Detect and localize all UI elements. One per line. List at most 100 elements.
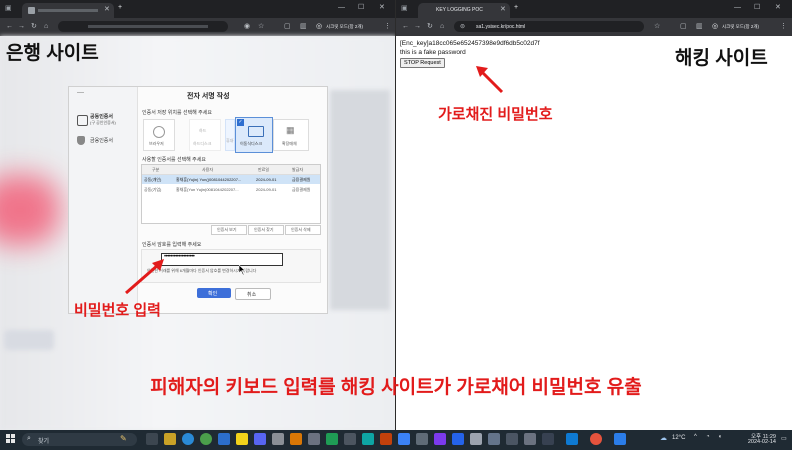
hide-eye-icon[interactable]: ◉ <box>244 23 250 31</box>
certificate-dialog: — 공동인증서 (구 공인인증서) 금융인증서 전자 서명 작성 인증서 저장 … <box>68 86 328 314</box>
store-icon[interactable] <box>218 433 230 445</box>
file-explorer-icon[interactable] <box>164 433 176 445</box>
new-tab-icon[interactable]: + <box>514 4 518 12</box>
home-icon[interactable]: ⌂ <box>44 23 48 31</box>
clock-date[interactable]: 2024-02-14 <box>740 439 776 445</box>
find-cert-button[interactable]: 인증서 찾기 <box>248 225 284 235</box>
button-label: 확인 <box>208 291 218 297</box>
taskbar-search[interactable]: ⌕ 찾기 ✎ <box>22 433 137 446</box>
edge-icon[interactable] <box>182 433 194 445</box>
chrome-icon[interactable] <box>200 433 212 445</box>
side-item-finance-cert[interactable]: 금융인증서 <box>75 135 135 147</box>
cell-expiry: 2024-09-01 <box>256 187 277 192</box>
weather-icon[interactable]: ☁ <box>660 434 667 442</box>
tab-close-icon[interactable]: ✕ <box>500 6 506 14</box>
app-icon-8[interactable] <box>398 433 410 445</box>
task-view-icon[interactable] <box>146 433 158 445</box>
table-row[interactable]: 공동(기업) 홍채훈(Yun Yujin)0081044202207... 20… <box>142 185 320 194</box>
new-tab-icon[interactable]: + <box>118 4 122 12</box>
app-icon-12[interactable] <box>470 433 482 445</box>
address-bar[interactable] <box>58 21 228 32</box>
extensions-icon[interactable]: ▢ <box>284 23 291 31</box>
home-icon[interactable]: ⌂ <box>440 23 444 31</box>
grid-icon: ▦ <box>286 125 295 135</box>
app-icon-13[interactable] <box>488 433 500 445</box>
side-item-sub: (구 공인인증서) <box>90 120 116 125</box>
column-header: 사용자 <box>202 167 214 172</box>
minimize-icon[interactable]: — <box>338 4 345 12</box>
app-icon-10[interactable] <box>434 433 446 445</box>
site-info-icon[interactable]: ⊜ <box>460 23 465 31</box>
menu-icon[interactable]: ⋮ <box>780 23 787 31</box>
app-icon-14[interactable] <box>506 433 518 445</box>
vscode-icon[interactable] <box>566 433 578 445</box>
app-icon-7[interactable] <box>380 433 392 445</box>
discord-icon[interactable] <box>254 433 266 445</box>
app-icon-16[interactable] <box>590 433 602 445</box>
incognito-icon: ◎ <box>712 23 719 30</box>
close-window-icon[interactable]: ✕ <box>379 4 385 12</box>
network-icon[interactable]: ◔ <box>706 434 710 440</box>
confirm-button[interactable]: 확인 <box>197 288 231 298</box>
windows-start-icon[interactable] <box>6 434 16 444</box>
app-icon-1[interactable] <box>272 433 284 445</box>
app-icon-2[interactable] <box>290 433 302 445</box>
app-icon-6[interactable] <box>362 433 374 445</box>
app-icon-9[interactable] <box>416 433 428 445</box>
app-icon-3[interactable] <box>308 433 320 445</box>
tab-actions-icon[interactable]: ▣ <box>5 5 12 13</box>
side-item-joint-cert[interactable]: 공동인증서 (구 공인인증서) <box>75 113 135 127</box>
table-row[interactable]: 공동(개인) 홍채훈(Yujin) Yun()0081044202207... … <box>142 175 320 184</box>
reload-icon[interactable]: ↻ <box>427 23 433 31</box>
view-cert-button[interactable]: 인증서 보기 <box>211 225 247 235</box>
stop-request-button[interactable]: STOP Request <box>400 58 445 68</box>
forward-icon[interactable]: → <box>18 23 25 31</box>
app-icon-15[interactable] <box>542 433 554 445</box>
location-option-hdd[interactable]: 하드 하드디스크 <box>189 119 221 151</box>
volume-icon[interactable]: ◖ <box>718 434 722 440</box>
tab-actions-icon[interactable]: ▣ <box>401 5 408 13</box>
tray-chevron-icon[interactable]: ^ <box>694 434 697 440</box>
maximize-icon[interactable]: ☐ <box>754 4 760 12</box>
incognito-indicator[interactable]: ◎ 시크릿 모드(창 2개) <box>712 21 772 32</box>
location-option-extension[interactable]: ▦ 확장매체 <box>273 119 309 151</box>
back-icon[interactable]: ← <box>402 23 409 31</box>
kakaotalk-icon[interactable] <box>236 433 248 445</box>
app-icon-11[interactable] <box>452 433 464 445</box>
delete-cert-button[interactable]: 인증서 삭제 <box>285 225 321 235</box>
app-icon-5[interactable] <box>344 433 356 445</box>
hacking-browser-window: ▣ KEY LOGGING POC ✕ + — ☐ ✕ ← → ↻ ⌂ ⊜ sa… <box>396 0 792 430</box>
location-label: 확장매체 <box>282 141 297 146</box>
settings-icon[interactable] <box>524 433 536 445</box>
bookmark-star-icon[interactable]: ☆ <box>654 23 660 31</box>
favicon-icon <box>28 7 35 14</box>
bookmark-star-icon[interactable]: ☆ <box>258 23 264 31</box>
location-option-phone[interactable]: 휴대전화 <box>225 119 235 151</box>
location-option-removable[interactable]: ✓ 이동식디스크 <box>235 117 273 153</box>
close-window-icon[interactable]: ✕ <box>775 4 781 12</box>
app-icon-4[interactable] <box>326 433 338 445</box>
bank-site-label: 은행 사이트 <box>6 43 99 64</box>
app-icon-17[interactable] <box>614 433 626 445</box>
tab-close-icon[interactable]: ✕ <box>104 6 110 14</box>
menu-icon[interactable]: ⋮ <box>384 23 391 31</box>
location-option-browser[interactable]: 브라우저 <box>143 119 175 151</box>
split-view-icon[interactable]: ▥ <box>300 23 307 31</box>
search-highlight-icon: ✎ <box>120 434 127 443</box>
poc-tab[interactable]: KEY LOGGING POC ✕ <box>418 3 510 18</box>
cancel-button[interactable]: 취소 <box>235 288 271 300</box>
back-icon[interactable]: ← <box>6 23 13 31</box>
password-input[interactable]: ••••••••••••••••••• <box>161 253 283 266</box>
incognito-indicator[interactable]: ◎ 시크릿 모드(창 2개) <box>316 21 376 32</box>
dialog-minimize-icon[interactable]: — <box>77 89 84 97</box>
button-label: 취소 <box>247 292 257 298</box>
minimize-icon[interactable]: — <box>734 4 741 12</box>
extensions-icon[interactable]: ▢ <box>680 23 687 31</box>
reload-icon[interactable]: ↻ <box>31 23 37 31</box>
split-view-icon[interactable]: ▥ <box>696 23 703 31</box>
maximize-icon[interactable]: ☐ <box>358 4 364 12</box>
address-bar[interactable]: ⊜ sa1.ysisec.kr/poc.html <box>454 21 644 32</box>
notification-icon[interactable]: ▭ <box>781 435 787 442</box>
forward-icon[interactable]: → <box>414 23 421 31</box>
bank-tab[interactable]: ✕ <box>22 3 114 18</box>
